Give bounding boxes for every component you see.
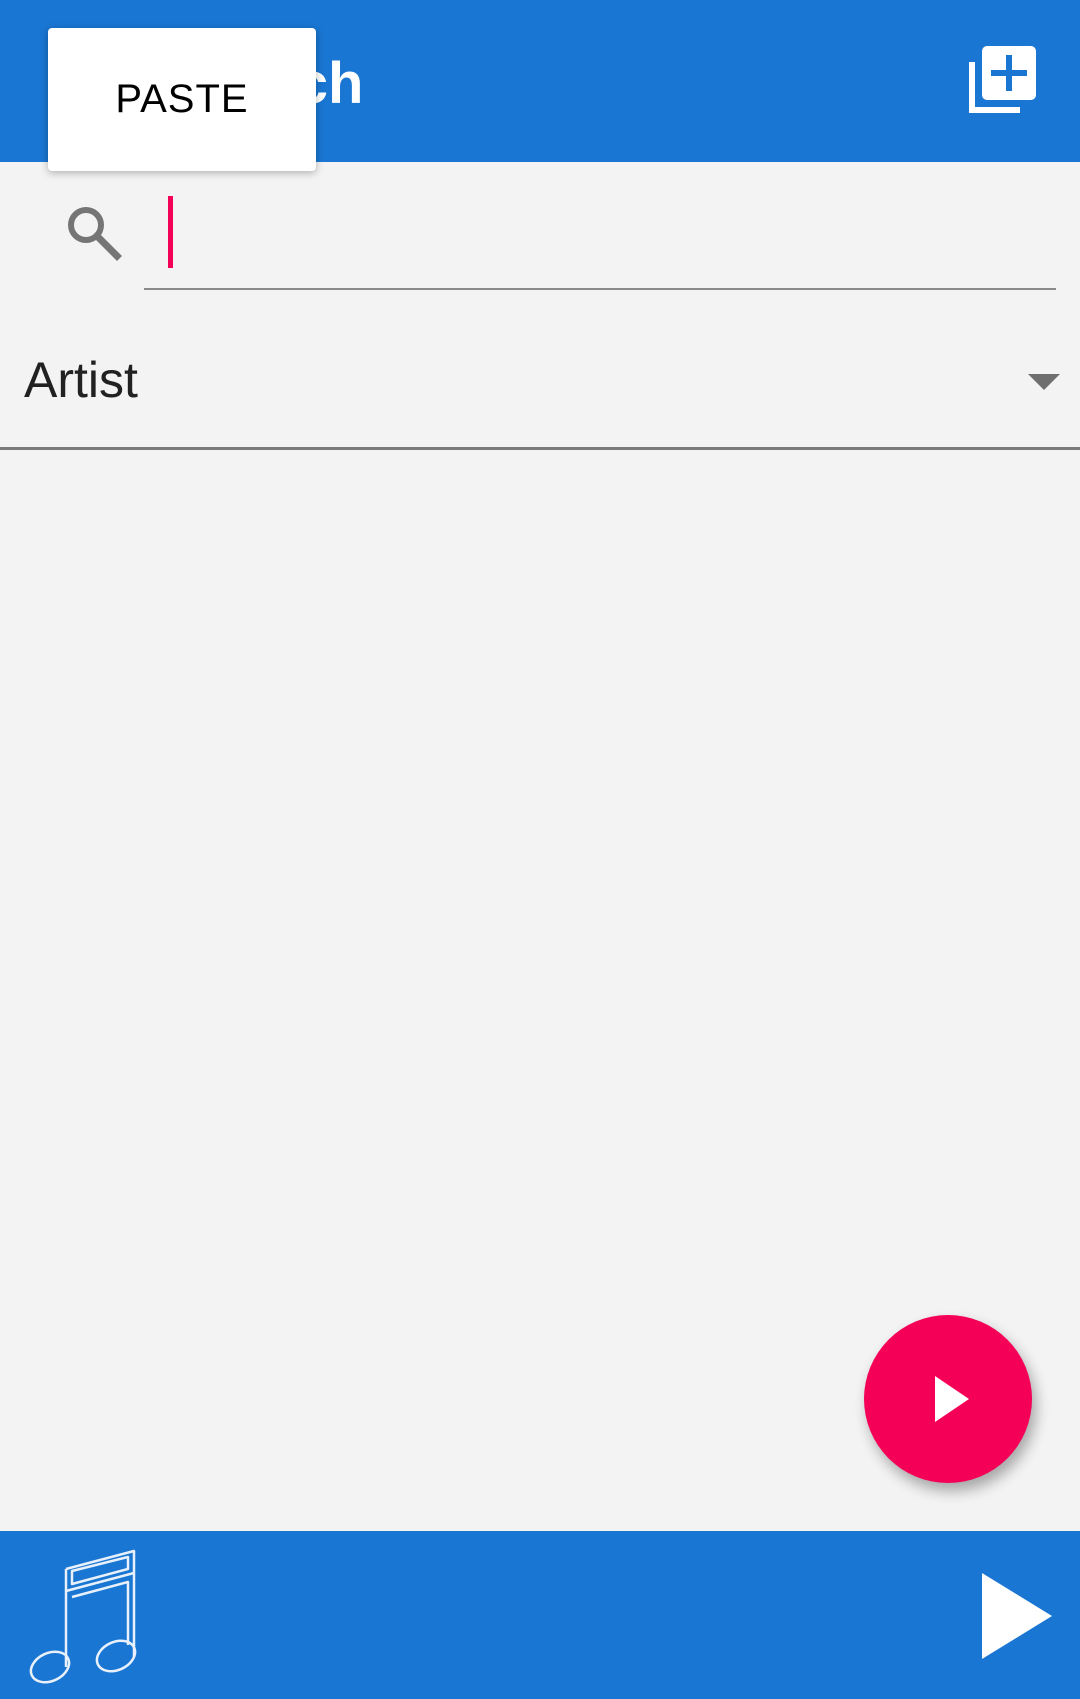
music-note-icon [29, 1549, 137, 1684]
dropdown-arrow-icon [1028, 374, 1060, 390]
now-playing-bar [0, 1531, 1080, 1699]
play-fab-button[interactable] [864, 1315, 1032, 1483]
add-to-queue-button[interactable] [968, 44, 1038, 114]
search-icon [68, 207, 122, 261]
search-field[interactable] [144, 180, 1056, 290]
bottom-play-button[interactable] [980, 1571, 1054, 1661]
text-cursor [168, 196, 173, 268]
filter-dropdown[interactable]: Artist [0, 320, 1080, 450]
paste-label: PASTE [115, 77, 249, 121]
paste-button[interactable]: PASTE [48, 28, 316, 171]
filter-selected-value: Artist [24, 352, 138, 408]
play-icon [935, 1376, 969, 1422]
library-add-icon [969, 46, 1036, 113]
search-input[interactable] [164, 194, 1044, 274]
